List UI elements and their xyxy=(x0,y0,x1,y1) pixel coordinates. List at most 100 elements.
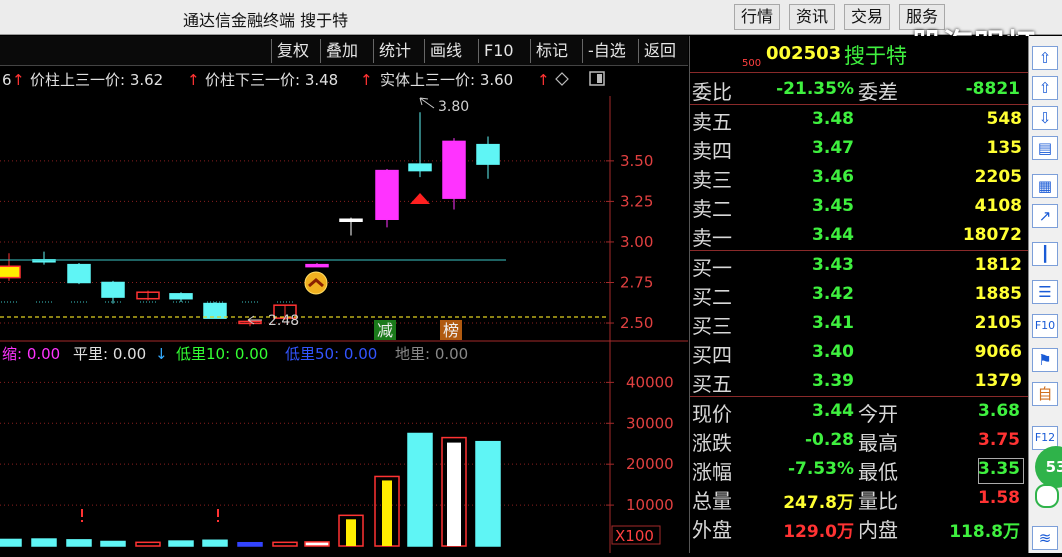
buy-row-price: 3.42 xyxy=(812,284,854,304)
stat-left-label: 涨幅 xyxy=(692,460,732,484)
vol-indicator-pingli: 平里: 0.00 xyxy=(73,345,146,363)
self-icon[interactable]: 自 xyxy=(1032,382,1058,406)
stat-right-value: 3.75 xyxy=(978,430,1020,450)
divider-3 xyxy=(690,250,1028,251)
vol-indicator-diliang10: 低里10: 0.00 xyxy=(176,345,268,363)
buy-signal-triangle-icon xyxy=(410,193,430,204)
sell-row-price: 3.48 xyxy=(812,109,854,129)
sell-row-label: 卖一 xyxy=(692,226,732,250)
grid-icon[interactable]: ▦ xyxy=(1032,174,1058,198)
indicator-4-text: 实体上三一价: 3.60 xyxy=(380,71,513,89)
candle-body xyxy=(339,218,363,222)
up-arrow-icon[interactable]: ⇧ xyxy=(1032,46,1058,70)
candle-body xyxy=(408,163,432,172)
list-icon[interactable]: ☰ xyxy=(1032,280,1058,304)
indicator-2-text: 价柱上三一价: 3.62 xyxy=(30,71,163,89)
vol-indicator-dili: 地里: 0.00 xyxy=(395,345,468,363)
toolbar-fuquan-button[interactable]: 复权 xyxy=(271,39,314,63)
volume-signal-marks xyxy=(81,509,219,522)
low-price-highlight-box xyxy=(978,458,1024,484)
right-icon-toolbar: ⇧ ⇧ ⇩ ▤ ▦ ↗ ┃ ☰ F10 ⚑ 自 F12 53 ≋ xyxy=(1028,36,1062,553)
toolbar-stats-button[interactable]: 统计 xyxy=(373,39,416,63)
price-tick-label: 2.50 xyxy=(620,314,653,332)
kline-chart-area[interactable]: 6 价柱上三一价: 3.62 价柱下三一价: 3.48 实体上三一价: 3.60… xyxy=(0,66,688,553)
candle-body xyxy=(442,140,466,199)
toolbar-draw-button[interactable]: 画线 xyxy=(424,39,467,63)
price-tick-label: 3.50 xyxy=(620,152,653,170)
down-arrow-icon[interactable]: ⇩ xyxy=(1032,106,1058,130)
buy-row-price: 3.41 xyxy=(812,313,854,333)
buy-row-label: 买五 xyxy=(692,372,732,396)
floating-badge[interactable]: 53 xyxy=(1035,446,1062,488)
stat-left-value: -7.53% xyxy=(787,459,854,479)
candles-group xyxy=(0,112,500,327)
volume-bar-inner xyxy=(382,480,392,546)
kline-chart-svg[interactable]: 6 价柱上三一价: 3.62 价柱下三一价: 3.48 实体上三一价: 3.60… xyxy=(0,66,688,553)
chart-icon[interactable]: ▤ xyxy=(1032,136,1058,160)
stat-right-label: 量比 xyxy=(858,489,898,513)
weibi-value: -21.35% xyxy=(776,79,854,99)
vol-indicator-arrow: ↓ xyxy=(155,345,168,363)
stat-right-label: 今开 xyxy=(858,402,898,426)
stat-right-label: 最高 xyxy=(858,431,898,455)
candle-body xyxy=(67,263,91,284)
top-button-trade[interactable]: 交易 xyxy=(844,4,891,30)
price-tick-labels: 3.50 3.25 3.00 2.75 2.50 xyxy=(620,152,653,332)
volume-tick-labels: 40000 30000 20000 10000 xyxy=(626,373,674,514)
chart-toolbar: 复权 叠加 统计 画线 F10 标记 -自选 返回 xyxy=(0,36,688,66)
window-toggle-inner xyxy=(597,74,602,83)
volume-bar xyxy=(135,541,161,547)
top-button-market[interactable]: 行情 xyxy=(734,4,781,30)
candle-body xyxy=(375,169,399,220)
toolbar-back-button[interactable]: 返回 xyxy=(638,39,681,63)
buy-row-price: 3.40 xyxy=(812,342,854,362)
volume-bar-inner xyxy=(447,442,461,546)
vol-indicator-suo: 缩: 0.00 xyxy=(2,345,60,363)
divider-1 xyxy=(690,72,1028,73)
volume-bar xyxy=(0,538,22,547)
indicator-3-text: 价柱下三一价: 3.48 xyxy=(205,71,338,89)
candle-icon[interactable]: ┃ xyxy=(1032,242,1058,266)
menu-icon[interactable]: ≋ xyxy=(1032,526,1058,550)
price-tick-label: 3.00 xyxy=(620,233,653,251)
buy-row-price: 3.43 xyxy=(812,255,854,275)
indicator-4-arrow: ↑ xyxy=(537,71,550,89)
up-arrow-icon[interactable]: ⇧ xyxy=(1032,76,1058,100)
indicator-control-icons[interactable] xyxy=(555,71,605,86)
stat-right-label: 最低 xyxy=(858,460,898,484)
info-icon[interactable]: ⚑ xyxy=(1032,348,1058,372)
volume-bar-inner xyxy=(346,519,356,546)
toolbar-mark-button[interactable]: 标记 xyxy=(530,39,573,63)
stat-left-label: 外盘 xyxy=(692,518,732,542)
volume-bars-group xyxy=(0,432,501,547)
divider-2 xyxy=(690,104,1028,105)
volume-tick-label: 20000 xyxy=(626,455,674,473)
toolbar-self-button[interactable]: -自选 xyxy=(582,39,631,63)
high-arrow-icon xyxy=(419,97,435,109)
circle-button-icon[interactable] xyxy=(1035,484,1059,508)
volume-bar xyxy=(475,440,501,547)
indicator-2-arrow: ↑ xyxy=(187,71,200,89)
sell-row-volume: 548 xyxy=(986,109,1023,129)
volume-unit-label: X100 xyxy=(615,527,654,545)
candle-body xyxy=(0,265,21,279)
top-button-news[interactable]: 资讯 xyxy=(789,4,836,30)
marker-jian[interactable]: 减 xyxy=(377,321,393,340)
line-chart-icon[interactable]: ↗ xyxy=(1032,204,1058,228)
candle-body xyxy=(101,281,125,298)
buy-row-volume: 9066 xyxy=(974,342,1022,362)
sell-row-price: 3.44 xyxy=(812,225,854,245)
stat-right-label: 内盘 xyxy=(858,518,898,542)
f10-icon[interactable]: F10 xyxy=(1032,314,1058,338)
indicator-3-arrow: ↑ xyxy=(360,71,373,89)
marker-bang[interactable]: 榜 xyxy=(443,321,459,340)
toolbar-overlay-button[interactable]: 叠加 xyxy=(320,39,363,63)
volume-bar xyxy=(237,541,263,547)
buy-row-volume: 2105 xyxy=(974,313,1022,333)
candle-body xyxy=(476,143,500,165)
toolbar-f10-button[interactable]: F10 xyxy=(478,39,519,63)
divider-4 xyxy=(690,396,1028,397)
sell-row-volume: 4108 xyxy=(974,196,1022,216)
weicha-value: -8821 xyxy=(965,79,1020,99)
diamond-icon[interactable] xyxy=(555,72,569,86)
